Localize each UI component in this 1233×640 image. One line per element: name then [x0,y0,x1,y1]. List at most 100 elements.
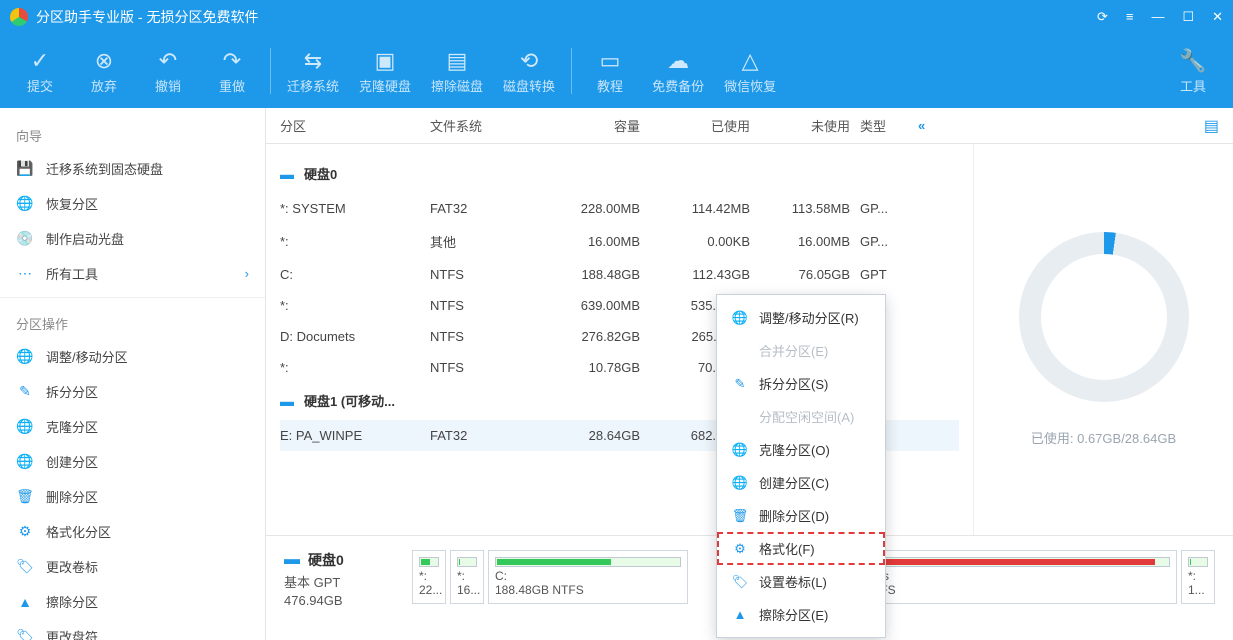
sidebar-item-icon: 🌐 [16,453,34,470]
sidebar-item-label: 拆分分区 [46,382,98,401]
sidebar-item-icon: 💾 [16,160,34,177]
context-menu-item[interactable]: 🗑删除分区(D) [717,499,885,532]
triangle-icon: △ [742,48,759,74]
sidebar-item[interactable]: 🏷 更改盘符 [0,619,265,640]
menu-item-label: 擦除分区(E) [759,605,828,624]
col-fs[interactable]: 文件系统 [430,116,530,135]
menu-item-label: 拆分分区(S) [759,374,828,393]
sidebar-item[interactable]: 🌐 克隆分区 [0,409,265,444]
usage-bar [873,557,1170,567]
disk-header[interactable]: ▬硬盘0 [280,156,959,193]
window-title: 分区助手专业版 - 无损分区免费软件 [36,7,258,27]
context-menu-item[interactable]: ✎拆分分区(S) [717,367,885,400]
layout-toggle-icon[interactable]: ▤ [1204,116,1219,136]
col-used[interactable]: 已使用 [640,116,750,135]
sidebar-item[interactable]: 💾迁移系统到固态硬盘 [0,151,265,186]
sidebar: 向导 💾迁移系统到固态硬盘🌐恢复分区💿制作启动光盘⋯所有工具› 分区操作 🌐调整… [0,108,266,640]
context-menu-item[interactable]: ▲ 擦除分区(E) [717,598,885,631]
erase-icon: ▤ [447,48,468,74]
menu-item-icon: 🌐 [731,442,749,458]
sidebar-item[interactable]: ⋯所有工具› [0,256,265,291]
col-partition[interactable]: 分区 [280,116,430,135]
disk-card[interactable]: ▬硬盘0 基本 GPT 476.94GB [284,550,404,608]
context-menu-item[interactable]: 🏷设置卷标(L) [717,565,885,598]
tutorial-button[interactable]: ▭教程 [578,41,642,101]
partition-box[interactable]: *:1... [1181,550,1215,604]
usage-bar [457,557,477,567]
sidebar-group-wizard: 向导 [0,116,265,151]
sidebar-item[interactable]: 🌐恢复分区 [0,186,265,221]
chevron-right-icon: › [245,266,249,281]
context-menu-item: 合并分区(E) [717,334,885,367]
migrate-button[interactable]: ⇆迁移系统 [277,41,349,101]
book-icon: ▭ [600,48,621,74]
close-icon[interactable]: ✕ [1212,9,1223,25]
partition-box[interactable]: etsTFS [866,550,1177,604]
sidebar-item-icon: 🏷 [16,628,34,640]
sidebar-item[interactable]: 🗑删除分区 [0,479,265,514]
redo-button[interactable]: ↷重做 [200,41,264,101]
wipe-button[interactable]: ▤擦除磁盘 [421,41,493,101]
menu-item-label: 克隆分区(O) [759,440,830,459]
undo-button[interactable]: ↶撤销 [136,41,200,101]
tools-button[interactable]: 🔧工具 [1161,41,1225,101]
wechat-button[interactable]: △微信恢复 [714,41,786,101]
sidebar-item[interactable]: 🏷 更改卷标 [0,549,265,584]
app-logo-icon [10,8,28,26]
window-controls: ⟳ ≡ — ☐ ✕ [1097,9,1223,25]
context-menu-item: 分配空闲空间(A) [717,400,885,433]
wrench-icon: 🔧 [1179,48,1206,74]
menu-item-label: 设置卷标(L) [759,572,827,591]
titlebar: 分区助手专业版 - 无损分区免费软件 ⟳ ≡ — ☐ ✕ [0,0,1233,34]
refresh-icon[interactable]: ⟳ [1097,9,1108,25]
menu-item-icon: ▲ [731,607,749,622]
menu-icon[interactable]: ≡ [1126,9,1134,25]
commit-button[interactable]: ✓提交 [8,41,72,101]
sidebar-item-label: 更改卷标 [46,557,98,576]
menu-item-label: 格式化(F) [759,539,815,558]
cancel-icon: ⊗ [95,48,113,74]
discard-button[interactable]: ⊗放弃 [72,41,136,101]
maximize-icon[interactable]: ☐ [1182,9,1194,25]
sidebar-item-icon: 🌐 [16,195,34,212]
sidebar-item-label: 克隆分区 [46,417,98,436]
context-menu-item[interactable]: 🌐创建分区(C) [717,466,885,499]
toolbar: ✓提交 ⊗放弃 ↶撤销 ↷重做 ⇆迁移系统 ▣克隆硬盘 ▤擦除磁盘 ⟲磁盘转换 … [0,34,1233,108]
collapse-columns[interactable]: « [918,118,925,133]
minimize-icon[interactable]: — [1151,9,1164,25]
sidebar-item-label: 更改盘符 [46,627,98,640]
col-capacity[interactable]: 容量 [530,116,640,135]
column-header: 分区 文件系统 容量 已使用 未使用 类型 « ▤ [266,108,1233,144]
sidebar-item[interactable]: 🌐创建分区 [0,444,265,479]
sidebar-item-label: 调整/移动分区 [46,347,128,366]
sidebar-item-icon: 🏷 [16,558,34,575]
sidebar-item-icon: 🌐 [16,348,34,365]
sidebar-item-icon: 🌐 [16,418,34,435]
table-row[interactable]: *: SYSTEMFAT32228.00MB114.42MB113.58MBGP… [280,193,959,224]
sidebar-item[interactable]: 💿制作启动光盘 [0,221,265,256]
cloud-icon: ☁ [667,48,689,74]
table-row[interactable]: C:NTFS188.48GB112.43GB76.05GBGPT [280,259,959,290]
backup-button[interactable]: ☁免费备份 [642,41,714,101]
table-row[interactable]: *:其他16.00MB0.00KB16.00MBGP... [280,224,959,259]
disk-icon: ▬ [280,166,294,182]
menu-item-label: 调整/移动分区(R) [759,308,859,327]
disk-icon: ▬ [284,551,300,569]
context-menu-item[interactable]: 🌐调整/移动分区(R) [717,301,885,334]
col-type[interactable]: 类型 [850,116,910,135]
redo-icon: ↷ [223,48,241,74]
sidebar-item[interactable]: 🌐 调整/移动分区 [0,339,265,374]
partition-box[interactable]: C:188.48GB NTFS [488,550,688,604]
convert-button[interactable]: ⟲磁盘转换 [493,41,565,101]
sidebar-item-icon: ✎ [16,383,34,400]
partition-box[interactable]: *:22... [412,550,446,604]
clone-button[interactable]: ▣克隆硬盘 [349,41,421,101]
partition-box[interactable]: *:16... [450,550,484,604]
context-menu-item[interactable]: ⚙格式化(F) [717,532,885,565]
sidebar-item[interactable]: ⚙格式化分区 [0,514,265,549]
sidebar-item[interactable]: ▲擦除分区 [0,584,265,619]
col-free[interactable]: 未使用 [750,116,850,135]
context-menu-item[interactable]: 🌐 克隆分区(O) [717,433,885,466]
sidebar-item[interactable]: ✎ 拆分分区 [0,374,265,409]
sidebar-item-label: 擦除分区 [46,592,98,611]
